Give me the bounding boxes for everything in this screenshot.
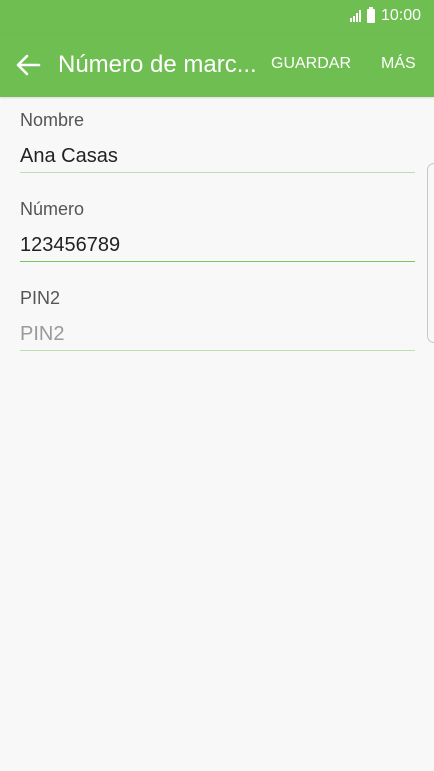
- signal-icon: [349, 10, 362, 22]
- name-input[interactable]: [20, 141, 415, 173]
- number-field-group: Número: [20, 186, 415, 275]
- battery-icon: [366, 7, 375, 23]
- edge-panel-handle[interactable]: [427, 163, 434, 343]
- more-button[interactable]: MÁS: [381, 53, 416, 75]
- pin2-field-group: PIN2: [20, 275, 415, 364]
- page-title: Número de marc...: [58, 51, 257, 78]
- back-button[interactable]: [14, 51, 44, 79]
- number-input[interactable]: [20, 230, 415, 262]
- pin2-input[interactable]: [20, 319, 415, 351]
- name-label: Nombre: [20, 110, 85, 130]
- save-button[interactable]: GUARDAR: [271, 53, 351, 75]
- arrow-left-icon: [16, 54, 41, 76]
- contact-form: Nombre Número PIN2: [20, 97, 415, 364]
- app-bar: Número de marc... GUARDAR MÁS: [0, 33, 434, 97]
- number-label: Número: [20, 199, 85, 219]
- status-bar: 10:00: [0, 0, 434, 33]
- status-icons: 10:00: [349, 7, 421, 25]
- pin2-label: PIN2: [20, 288, 61, 308]
- status-time: 10:00: [380, 7, 421, 24]
- name-field-group: Nombre: [20, 97, 415, 186]
